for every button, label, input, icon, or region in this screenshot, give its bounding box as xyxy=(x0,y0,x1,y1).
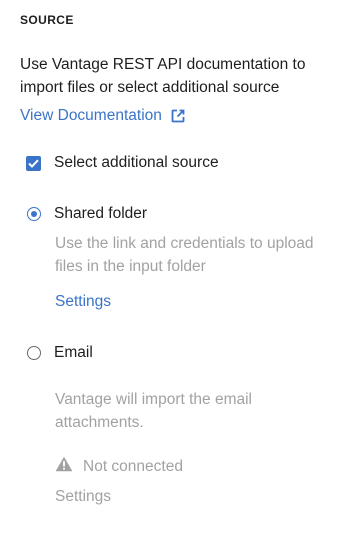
view-documentation-link[interactable]: View Documentation xyxy=(20,107,186,125)
source-panel: SOURCE Use Vantage REST API documentatio… xyxy=(0,0,347,534)
email-connection-status: Not connected xyxy=(55,456,183,477)
external-link-icon xyxy=(170,108,186,124)
shared-folder-radio-row[interactable]: Shared folder xyxy=(27,205,147,223)
shared-folder-label: Shared folder xyxy=(54,205,148,222)
shared-folder-settings-link[interactable]: Settings xyxy=(55,293,111,311)
email-radio-row[interactable]: Email xyxy=(27,344,93,362)
email-settings-link[interactable]: Settings xyxy=(55,488,111,506)
checkmark-icon xyxy=(28,159,39,168)
email-status-text: Not connected xyxy=(83,457,183,475)
email-label: Email xyxy=(54,344,93,361)
additional-source-checkbox-row[interactable]: Select additional source xyxy=(26,154,219,172)
additional-source-label: Select additional source xyxy=(54,154,219,171)
email-radio[interactable] xyxy=(27,346,41,360)
source-description: Use Vantage REST API documentation to im… xyxy=(20,56,306,96)
email-hint: Vantage will import the email attachment… xyxy=(55,391,252,431)
additional-source-checkbox[interactable] xyxy=(26,155,41,171)
view-documentation-label: View Documentation xyxy=(20,107,162,124)
shared-folder-radio[interactable] xyxy=(27,207,41,221)
warning-icon xyxy=(55,456,73,477)
radio-selected-dot xyxy=(31,211,37,217)
shared-folder-hint: Use the link and credentials to upload f… xyxy=(55,235,314,275)
section-title: SOURCE xyxy=(20,13,74,27)
